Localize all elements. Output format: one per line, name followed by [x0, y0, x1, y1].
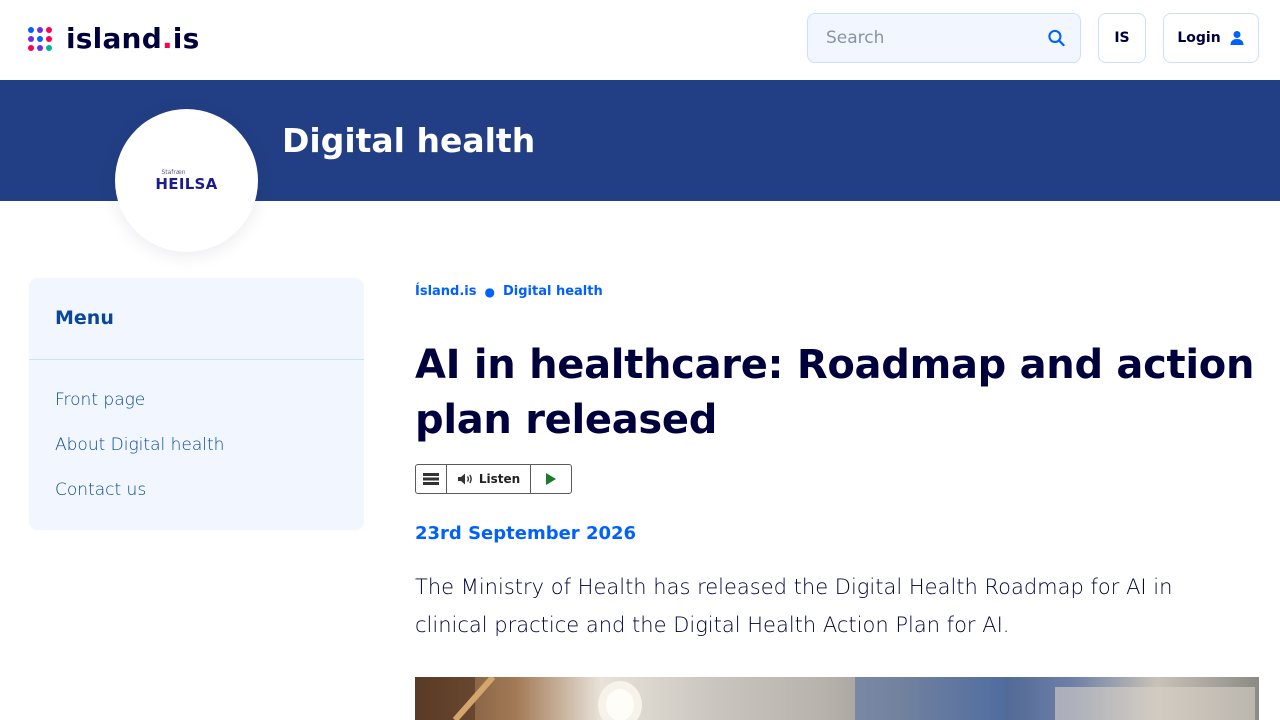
play-icon	[546, 473, 556, 485]
search-icon[interactable]	[1047, 26, 1066, 50]
language-label: IS	[1114, 30, 1130, 46]
article-hero-image	[415, 677, 1259, 720]
banner-title[interactable]: Digital health	[282, 120, 535, 162]
article-title: AI in healthcare: Roadmap and action pla…	[415, 342, 1255, 443]
sidebar-item-front-page[interactable]: Front page	[55, 387, 224, 414]
login-button[interactable]: Login	[1163, 13, 1259, 63]
island-is-logo[interactable]: island.is	[28, 22, 199, 56]
login-label: Login	[1177, 30, 1221, 46]
play-button[interactable]	[531, 465, 571, 493]
language-toggle-button[interactable]: IS	[1098, 13, 1146, 63]
user-icon	[1230, 31, 1244, 45]
listen-label: Listen	[478, 472, 521, 486]
article-date: 23rd September 2026	[415, 523, 637, 544]
search-input[interactable]	[824, 27, 1047, 49]
breadcrumb-separator-icon: ●	[484, 285, 495, 299]
menu-divider	[29, 359, 364, 360]
player-menu-button[interactable]	[416, 465, 447, 493]
org-logo-text: HEILSA	[155, 175, 218, 193]
breadcrumb-item-digital-health[interactable]: Digital health	[503, 283, 603, 301]
sidebar-menu: Menu Front page About Digital health Con…	[29, 278, 364, 530]
hero-image-graphic	[415, 677, 1255, 720]
text-to-speech-player: Listen	[415, 464, 572, 494]
top-navigation-bar: island.is IS Login	[0, 0, 1280, 80]
hamburger-icon	[423, 473, 439, 485]
menu-list: Front page About Digital health Contact …	[55, 387, 224, 522]
breadcrumb-item-home[interactable]: Ísland.is	[415, 283, 477, 301]
breadcrumb: Ísland.is ● Digital health	[415, 283, 603, 301]
speaker-icon	[457, 473, 472, 485]
logo-dots-icon	[28, 27, 52, 51]
menu-title: Menu	[55, 307, 114, 329]
article-intro: The Ministry of Health has released the …	[415, 575, 1173, 637]
listen-button[interactable]: Listen	[447, 465, 531, 493]
organization-logo[interactable]: Stafræn HEILSA	[115, 109, 258, 252]
sidebar-item-contact-us[interactable]: Contact us	[55, 477, 224, 504]
sidebar-item-about-digital-health[interactable]: About Digital health	[55, 432, 224, 459]
search-box[interactable]	[807, 13, 1081, 63]
logo-text: island.is	[66, 22, 200, 55]
